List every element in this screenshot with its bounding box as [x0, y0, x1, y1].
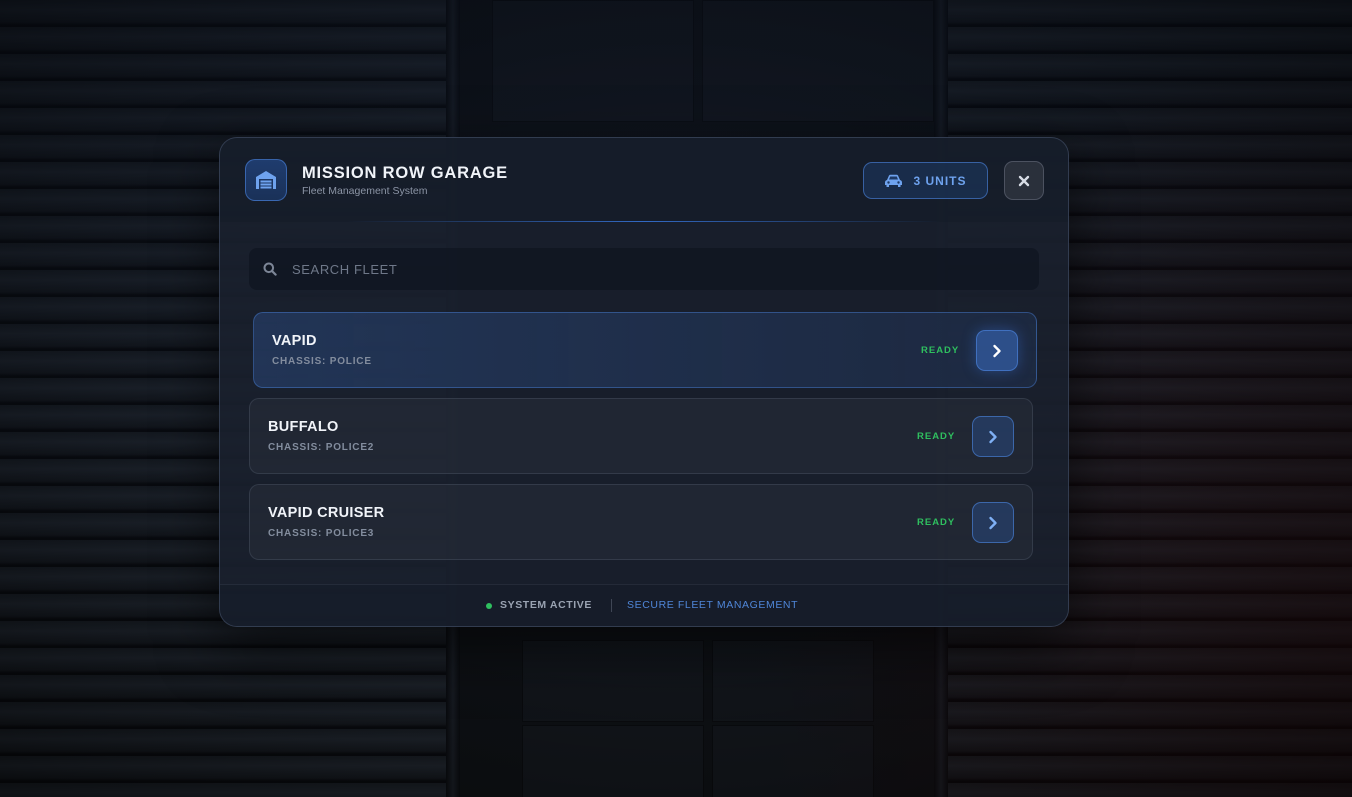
chevron-right-icon — [988, 430, 998, 444]
status-badge: READY — [917, 431, 956, 442]
search-bar — [249, 247, 1039, 291]
vehicle-row-buffalo[interactable]: BUFFALO CHASSIS: POLICE2 READY — [249, 398, 1033, 474]
vehicle-name: VAPID — [272, 333, 317, 349]
spawn-vehicle-button[interactable] — [976, 330, 1018, 371]
status-badge: READY — [921, 345, 960, 356]
vehicle-row-vapid-cruiser[interactable]: VAPID CRUISER CHASSIS: POLICE3 READY — [249, 484, 1033, 560]
close-icon — [1018, 175, 1030, 187]
modal-header: MISSION ROW GARAGE Fleet Management Syst… — [220, 138, 1068, 222]
footer-tagline: SECURE FLEET MANAGEMENT — [627, 599, 799, 611]
garage-icon — [245, 159, 287, 201]
vehicle-name: BUFFALO — [268, 419, 339, 435]
status-badge: READY — [917, 517, 956, 528]
units-badge: 3 UNITS — [863, 162, 988, 199]
chevron-right-icon — [988, 516, 998, 530]
search-input[interactable] — [290, 247, 1039, 291]
vehicle-name: VAPID CRUISER — [268, 505, 385, 521]
vehicle-chassis: CHASSIS: POLICE3 — [268, 528, 375, 539]
page-title: MISSION ROW GARAGE — [302, 164, 508, 182]
status-indicator-dot — [486, 603, 492, 609]
vehicle-row-vapid[interactable]: VAPID CHASSIS: POLICE READY — [253, 312, 1037, 388]
chevron-right-icon — [992, 344, 1002, 358]
spawn-vehicle-button[interactable] — [972, 502, 1014, 543]
system-status: SYSTEM ACTIVE — [500, 599, 593, 611]
modal-footer: SYSTEM ACTIVE SECURE FLEET MANAGEMENT — [220, 584, 1068, 626]
units-count: 3 UNITS — [913, 173, 967, 188]
close-button[interactable] — [1004, 161, 1044, 200]
garage-modal: MISSION ROW GARAGE Fleet Management Syst… — [219, 137, 1069, 627]
spawn-vehicle-button[interactable] — [972, 416, 1014, 457]
footer-divider — [611, 599, 612, 612]
header-divider — [220, 221, 1068, 222]
vehicle-chassis: CHASSIS: POLICE2 — [268, 442, 375, 453]
car-icon — [884, 174, 903, 188]
search-icon — [263, 262, 277, 276]
page-subtitle: Fleet Management System — [302, 185, 428, 197]
vehicle-chassis: CHASSIS: POLICE — [272, 356, 372, 367]
